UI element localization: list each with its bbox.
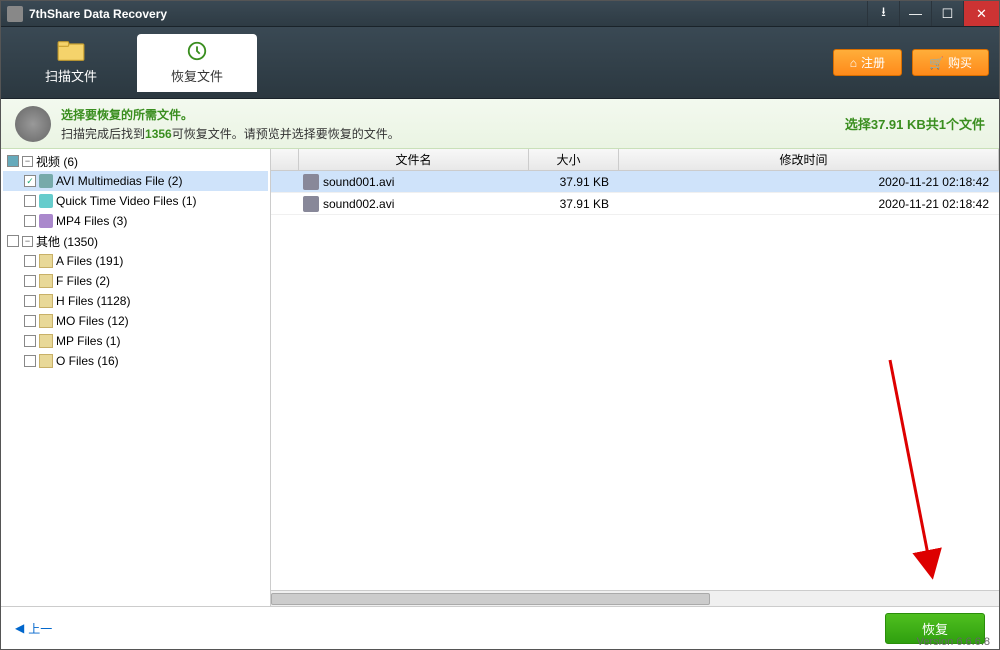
tree-label: H Files (1128)	[56, 294, 130, 308]
tab-recover-files[interactable]: 恢复文件	[137, 34, 257, 92]
horizontal-scrollbar[interactable]	[271, 590, 999, 606]
checkbox[interactable]	[24, 275, 36, 287]
register-label: 注册	[861, 54, 885, 71]
minimize-button[interactable]: —	[899, 1, 931, 26]
previous-label: 上一	[28, 620, 52, 637]
folder-search-icon	[57, 40, 85, 62]
tree-label: A Files (191)	[56, 254, 123, 268]
selection-summary: 选择37.91 KB共1个文件	[845, 114, 985, 133]
tree-label: AVI Multimedias File (2)	[56, 174, 182, 188]
tree-label: Quick Time Video Files (1)	[56, 194, 197, 208]
version-label: Version 6.6.6.8	[917, 636, 990, 648]
checkbox[interactable]	[24, 355, 36, 367]
avi-file-icon	[303, 196, 319, 212]
quicktime-icon	[39, 194, 53, 208]
category-tree[interactable]: − 视频 (6) AVI Multimedias File (2) Quick …	[1, 149, 271, 606]
tree-item-h[interactable]: H Files (1128)	[3, 291, 268, 311]
app-icon	[7, 6, 23, 22]
window-controls: ⭳ — ☐ ✕	[867, 1, 999, 26]
header-check-all[interactable]	[271, 149, 299, 170]
tree-label: 其他 (1350)	[36, 233, 98, 250]
tree-item-a[interactable]: A Files (191)	[3, 251, 268, 271]
info-subtitle: 扫描完成后找到1356可恢复文件。请预览并选择要恢复的文件。	[61, 125, 400, 142]
tree-label: 视频 (6)	[36, 153, 78, 170]
folder-icon	[39, 334, 53, 348]
tree-item-mp4[interactable]: MP4 Files (3)	[3, 211, 268, 231]
checkbox[interactable]	[7, 155, 19, 167]
folder-icon	[39, 274, 53, 288]
tree-item-f[interactable]: F Files (2)	[3, 271, 268, 291]
video-file-icon	[39, 174, 53, 188]
tree-item-quicktime[interactable]: Quick Time Video Files (1)	[3, 191, 268, 211]
checkbox[interactable]	[24, 315, 36, 327]
toolbar: 扫描文件 恢复文件 ⌂ 注册 🛒 购买	[1, 27, 999, 99]
file-size: 37.91 KB	[529, 197, 619, 211]
cart-icon: 🛒	[929, 56, 944, 70]
maximize-button[interactable]: ☐	[931, 1, 963, 26]
download-icon[interactable]: ⭳	[867, 1, 899, 26]
tab-scan-files[interactable]: 扫描文件	[11, 34, 131, 92]
register-button[interactable]: ⌂ 注册	[833, 49, 902, 76]
footer: ◀ 上一 恢复	[1, 607, 999, 649]
tab-recover-label: 恢复文件	[171, 66, 223, 85]
tree-label: F Files (2)	[56, 274, 110, 288]
info-title: 选择要恢复的所需文件。	[61, 106, 400, 123]
tree-group-other[interactable]: − 其他 (1350)	[3, 231, 268, 251]
file-name: sound001.avi	[323, 175, 394, 189]
collapse-icon[interactable]: −	[22, 156, 33, 167]
file-date: 2020-11-21 02:18:42	[619, 175, 999, 189]
file-row[interactable]: sound002.avi 37.91 KB 2020-11-21 02:18:4…	[271, 193, 999, 215]
app-title: 7thShare Data Recovery	[29, 7, 867, 21]
mp4-icon	[39, 214, 53, 228]
folder-icon	[39, 314, 53, 328]
tree-label: MO Files (12)	[56, 314, 129, 328]
checkbox[interactable]	[24, 335, 36, 347]
checkbox[interactable]	[24, 175, 36, 187]
info-disk-icon	[15, 106, 51, 142]
file-list-body[interactable]: sound001.avi 37.91 KB 2020-11-21 02:18:4…	[271, 171, 999, 590]
tree-label: MP4 Files (3)	[56, 214, 127, 228]
tree-label: O Files (16)	[56, 354, 119, 368]
checkbox[interactable]	[7, 235, 19, 247]
file-row[interactable]: sound001.avi 37.91 KB 2020-11-21 02:18:4…	[271, 171, 999, 193]
checkbox[interactable]	[24, 255, 36, 267]
checkbox[interactable]	[24, 215, 36, 227]
folder-icon	[39, 354, 53, 368]
info-bar: 选择要恢复的所需文件。 扫描完成后找到1356可恢复文件。请预览并选择要恢复的文…	[1, 99, 999, 149]
avi-file-icon	[303, 174, 319, 190]
tab-scan-label: 扫描文件	[45, 66, 97, 85]
file-list: 文件名 大小 修改时间 sound001.avi 37.91 KB 2020-1…	[271, 149, 999, 606]
file-size: 37.91 KB	[529, 175, 619, 189]
triangle-left-icon: ◀	[15, 621, 24, 635]
restore-icon	[183, 40, 211, 62]
column-modified[interactable]: 修改时间	[619, 149, 999, 170]
titlebar: 7thShare Data Recovery ⭳ — ☐ ✕	[1, 1, 999, 27]
basket-icon: ⌂	[850, 56, 857, 70]
previous-button[interactable]: ◀ 上一	[15, 620, 52, 637]
tree-item-o[interactable]: O Files (16)	[3, 351, 268, 371]
column-filename[interactable]: 文件名	[299, 149, 529, 170]
file-date: 2020-11-21 02:18:42	[619, 197, 999, 211]
file-name: sound002.avi	[323, 197, 394, 211]
checkbox[interactable]	[24, 195, 36, 207]
tree-label: MP Files (1)	[56, 334, 120, 348]
tree-group-video[interactable]: − 视频 (6)	[3, 151, 268, 171]
column-size[interactable]: 大小	[529, 149, 619, 170]
file-list-header: 文件名 大小 修改时间	[271, 149, 999, 171]
tree-item-avi[interactable]: AVI Multimedias File (2)	[3, 171, 268, 191]
collapse-icon[interactable]: −	[22, 236, 33, 247]
buy-label: 购买	[948, 54, 972, 71]
folder-icon	[39, 254, 53, 268]
buy-button[interactable]: 🛒 购买	[912, 49, 989, 76]
folder-icon	[39, 294, 53, 308]
close-button[interactable]: ✕	[963, 1, 999, 26]
tree-item-mp[interactable]: MP Files (1)	[3, 331, 268, 351]
checkbox[interactable]	[24, 295, 36, 307]
tree-item-mo[interactable]: MO Files (12)	[3, 311, 268, 331]
